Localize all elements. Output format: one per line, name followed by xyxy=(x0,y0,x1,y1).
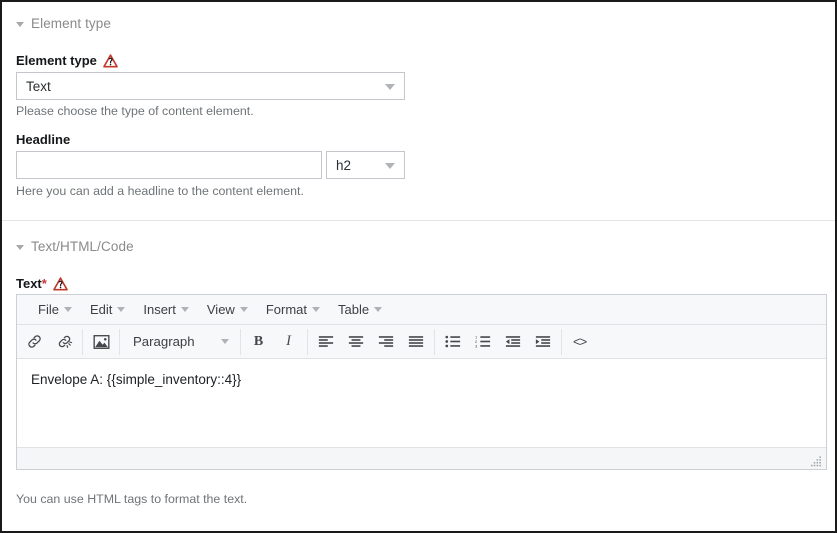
bold-icon[interactable]: B xyxy=(244,328,274,356)
indent-icon[interactable] xyxy=(528,328,558,356)
toolbar-separator xyxy=(239,328,241,355)
menu-item-format[interactable]: Format xyxy=(257,299,329,321)
section-header-text-html-code[interactable]: Text/HTML/Code xyxy=(2,239,134,254)
format-block-select[interactable]: Paragraph xyxy=(123,328,237,356)
numbered-list-icon[interactable]: 1 2 3 xyxy=(468,328,498,356)
toolbar-separator xyxy=(560,328,562,355)
chevron-down-icon xyxy=(63,307,72,312)
toolbar-separator xyxy=(306,328,308,355)
editor-content-text: Envelope A: {{simple_inventory::4}} xyxy=(31,372,242,387)
source-code-label: <> xyxy=(573,334,587,349)
align-justify-icon[interactable] xyxy=(401,328,431,356)
element-type-label-text: Element type xyxy=(16,52,97,68)
svg-text:3: 3 xyxy=(475,343,477,348)
chevron-down-icon xyxy=(220,339,229,344)
menu-item-table-label: Table xyxy=(338,302,370,317)
element-type-label: Element type xyxy=(16,52,118,68)
chevron-down-icon[interactable] xyxy=(16,21,24,27)
element-type-select-value: Text xyxy=(26,78,51,94)
menu-item-file-label: File xyxy=(38,302,59,317)
toolbar-separator xyxy=(433,328,435,355)
menu-item-format-label: Format xyxy=(265,302,307,317)
align-right-icon[interactable] xyxy=(371,328,401,356)
chevron-down-icon[interactable] xyxy=(385,84,395,90)
editor-toolbar: Paragraph B I 1 2 3 <> xyxy=(17,325,826,359)
chevron-down-icon xyxy=(239,307,248,312)
menu-item-view[interactable]: View xyxy=(198,299,257,321)
warning-triangle-icon xyxy=(53,277,68,291)
section-divider xyxy=(2,220,835,221)
required-marker: * xyxy=(41,275,47,291)
toolbar-separator xyxy=(82,328,83,355)
format-block-value: Paragraph xyxy=(133,334,195,349)
editor-menubar: File Edit Insert View Format Table xyxy=(17,295,826,325)
headline-tag-select[interactable]: h2 xyxy=(326,151,405,179)
warning-triangle-icon xyxy=(103,54,118,68)
image-icon[interactable] xyxy=(86,328,116,356)
element-type-select[interactable]: Text xyxy=(16,72,405,100)
menu-item-edit-label: Edit xyxy=(89,302,113,317)
section-title-text-html-code: Text/HTML/Code xyxy=(31,239,134,254)
menu-item-file[interactable]: File xyxy=(29,299,81,321)
headline-input[interactable] xyxy=(16,151,322,179)
align-left-icon[interactable] xyxy=(311,328,341,356)
unlink-icon[interactable] xyxy=(49,328,79,356)
text-label-text: Text xyxy=(16,275,42,291)
text-label: Text * xyxy=(16,275,68,291)
section-header-element-type[interactable]: Element type xyxy=(2,16,111,31)
toolbar-separator xyxy=(119,328,120,355)
source-code-icon[interactable]: <> xyxy=(565,328,595,356)
section-title-element-type: Element type xyxy=(31,16,111,31)
align-center-icon[interactable] xyxy=(341,328,371,356)
chevron-down-icon xyxy=(180,307,189,312)
menu-item-insert[interactable]: Insert xyxy=(134,299,198,321)
headline-label-text: Headline xyxy=(16,132,71,147)
menu-item-edit[interactable]: Edit xyxy=(81,299,134,321)
resize-grip-icon[interactable] xyxy=(811,455,822,467)
editor-content-area[interactable]: Envelope A: {{simple_inventory::4}} xyxy=(17,359,826,448)
chevron-down-icon xyxy=(312,307,320,312)
menu-item-insert-label: Insert xyxy=(143,302,176,317)
bold-label: B xyxy=(253,333,264,349)
headline-help: Here you can add a headline to the conte… xyxy=(16,184,304,198)
chevron-down-icon xyxy=(374,307,383,312)
element-type-help: Please choose the type of content elemen… xyxy=(16,104,254,118)
bullet-list-icon[interactable] xyxy=(438,328,468,356)
menu-item-table[interactable]: Table xyxy=(329,299,391,321)
rich-text-editor: File Edit Insert View Format Table Parag… xyxy=(16,294,827,470)
headline-label: Headline xyxy=(16,133,70,146)
chevron-down-icon[interactable] xyxy=(385,163,395,169)
italic-icon[interactable]: I xyxy=(274,328,304,356)
editor-statusbar xyxy=(17,448,826,469)
headline-tag-value: h2 xyxy=(336,157,352,173)
text-field-help: You can use HTML tags to format the text… xyxy=(16,492,248,506)
page-frame: Element type Element type Text Please ch… xyxy=(0,0,837,533)
outdent-icon[interactable] xyxy=(498,328,528,356)
italic-label: I xyxy=(286,333,292,349)
link-icon[interactable] xyxy=(19,328,49,356)
chevron-down-icon[interactable] xyxy=(16,244,24,250)
chevron-down-icon xyxy=(117,307,126,312)
form-container: Element type Element type Text Please ch… xyxy=(2,2,835,531)
menu-item-view-label: View xyxy=(206,302,235,317)
